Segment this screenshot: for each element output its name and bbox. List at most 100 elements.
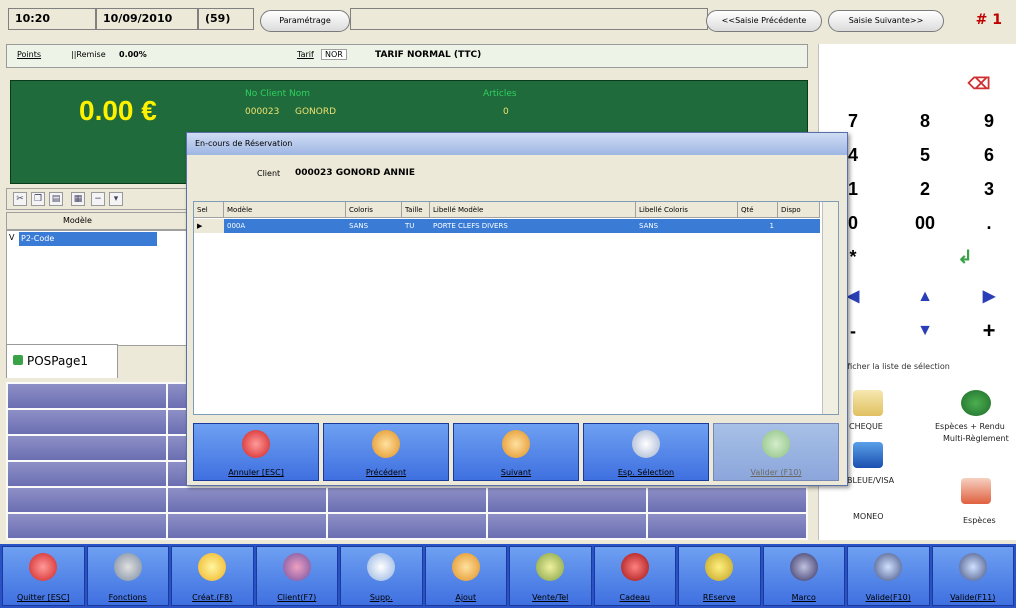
col-header-taille[interactable]: Taille [402,202,430,218]
pos-button[interactable] [8,384,166,408]
grid-toolbar: ✂ ❐ ▤ ▦ − ▾ [6,188,192,210]
moneo-label[interactable]: MONEO [853,512,884,521]
enter-icon[interactable]: ↲ [945,242,985,272]
selection-list-label[interactable]: Afficher la liste de sélection [839,362,950,371]
tarif-code-field[interactable]: NOR [321,49,347,60]
key-2[interactable]: 2 [905,174,945,204]
add-button[interactable]: Ajout [424,546,507,606]
hand-pointer-icon [632,430,660,458]
plus-icon [451,553,480,581]
client-name: GONORD [295,107,337,117]
backspace-icon[interactable]: ⌫ [959,70,999,100]
arrow-right-icon[interactable]: ▶ [969,282,1009,312]
key-6[interactable]: 6 [969,140,1009,170]
multi-reglement-label[interactable]: Multi-Règlement [943,434,1009,443]
row-selector-icon[interactable]: ▶ [194,219,224,233]
copy-icon[interactable]: ❐ [31,192,45,206]
computer-icon [874,553,903,581]
pos-button[interactable] [8,488,166,512]
quit-button[interactable]: Quitter [ESC] [2,546,85,606]
table-scrollbar[interactable] [822,202,838,414]
pos-button[interactable] [8,514,166,538]
articles-label: Articles [483,89,517,99]
key-decimal[interactable]: . [969,208,1009,238]
key-8[interactable]: 8 [905,106,945,136]
col-header-modele[interactable]: Modèle [224,202,346,218]
gift-button[interactable]: Cadeau [593,546,676,606]
previous-entry-button[interactable]: <<Saisie Précédente [706,10,822,32]
key-9[interactable]: 9 [969,106,1009,136]
client-header-label: No Client Nom [245,89,311,99]
pos-button[interactable] [168,488,326,512]
next-button[interactable]: Suivant [453,423,579,481]
remove-row-icon[interactable]: − [91,192,105,206]
grid-icon[interactable]: ▦ [71,192,85,206]
paste-icon[interactable]: ▤ [49,192,63,206]
key-00[interactable]: 00 [905,208,945,238]
arrow-down-icon[interactable]: ▼ [905,316,945,346]
functions-button[interactable]: Fonctions [86,546,169,606]
cancel-button[interactable]: Annuler [ESC] [193,423,319,481]
previous-button[interactable]: Précédent [323,423,449,481]
dialog-client-label: Client [257,169,281,178]
column-header-modele[interactable]: Modèle [63,216,92,225]
pos-button[interactable] [328,488,486,512]
validate-button[interactable]: Valider (F10) [713,423,839,481]
col-header-libelle-modele[interactable]: Libellé Modèle [430,202,636,218]
col-header-dispo[interactable]: Dispo [778,202,820,218]
tab-pospage1[interactable]: POSPage1 [6,344,118,378]
key-5[interactable]: 5 [905,140,945,170]
validate-f10-button[interactable]: Valide(F10) [847,546,930,606]
macro-button[interactable]: Marco [762,546,845,606]
minus-icon [367,553,396,581]
pos-button[interactable] [648,514,806,538]
computer-icon [958,553,987,581]
next-entry-button[interactable]: Saisie Suivante>> [828,10,944,32]
bleue-visa-label[interactable]: BLEUE/VISA [847,476,894,485]
pos-button[interactable] [488,488,646,512]
create-button[interactable]: Créat.(F8) [171,546,254,606]
key-plus[interactable]: + [969,316,1009,346]
macro-icon [789,553,818,581]
arrow-up-icon[interactable]: ▲ [905,282,945,312]
col-header-sel[interactable]: Sel [194,202,224,218]
select-button[interactable]: Esp. Sélection [583,423,709,481]
col-header-coloris[interactable]: Coloris [346,202,402,218]
pos-button[interactable] [8,462,166,486]
pos-button[interactable] [8,436,166,460]
total-amount: 0.00 € [79,95,157,126]
reserve-button[interactable]: REserve [678,546,761,606]
grid-header: Modèle [6,212,192,230]
cheque-label[interactable]: CHEQUE [849,422,883,431]
pos-button[interactable] [328,514,486,538]
col-header-libelle-coloris[interactable]: Libellé Coloris [636,202,738,218]
table-row[interactable]: ▶ 000A SANS TU PORTE CLEFS DIVERS SANS 1 [194,219,820,233]
cell-qte: 1 [769,222,774,230]
client-button[interactable]: Client(F7) [255,546,338,606]
col-header-qte[interactable]: Qté [738,202,778,218]
cheque-icon[interactable] [853,390,883,416]
especes-rendu-label[interactable]: Espèces + Rendu [935,422,1005,431]
cancel-icon [242,430,270,458]
delete-button[interactable]: Supp. [340,546,423,606]
especes-label[interactable]: Espèces [963,516,996,525]
cash-icon[interactable] [961,478,991,504]
pos-button[interactable] [168,514,326,538]
pos-button[interactable] [648,488,806,512]
arrow-left-icon [372,430,400,458]
dialog-client-row: Client 000023 GONORD ANNIE [187,155,847,195]
cash-change-icon[interactable] [961,390,991,416]
settings-button[interactable]: Paramétrage [260,10,350,32]
pos-button[interactable] [8,410,166,434]
grid-selected-cell[interactable]: P2-Code [19,232,157,246]
options-icon[interactable]: ▾ [109,192,123,206]
points-label[interactable]: Points [17,50,41,59]
validate-f11-button[interactable]: Valide(F11) [931,546,1014,606]
cell-dispo [778,219,820,233]
card-icon[interactable] [853,442,883,468]
pos-button[interactable] [488,514,646,538]
key-3[interactable]: 3 [969,174,1009,204]
sale-phone-button[interactable]: Vente/Tel [509,546,592,606]
grid-body[interactable]: V P2-Code [6,230,192,346]
cut-icon[interactable]: ✂ [13,192,27,206]
